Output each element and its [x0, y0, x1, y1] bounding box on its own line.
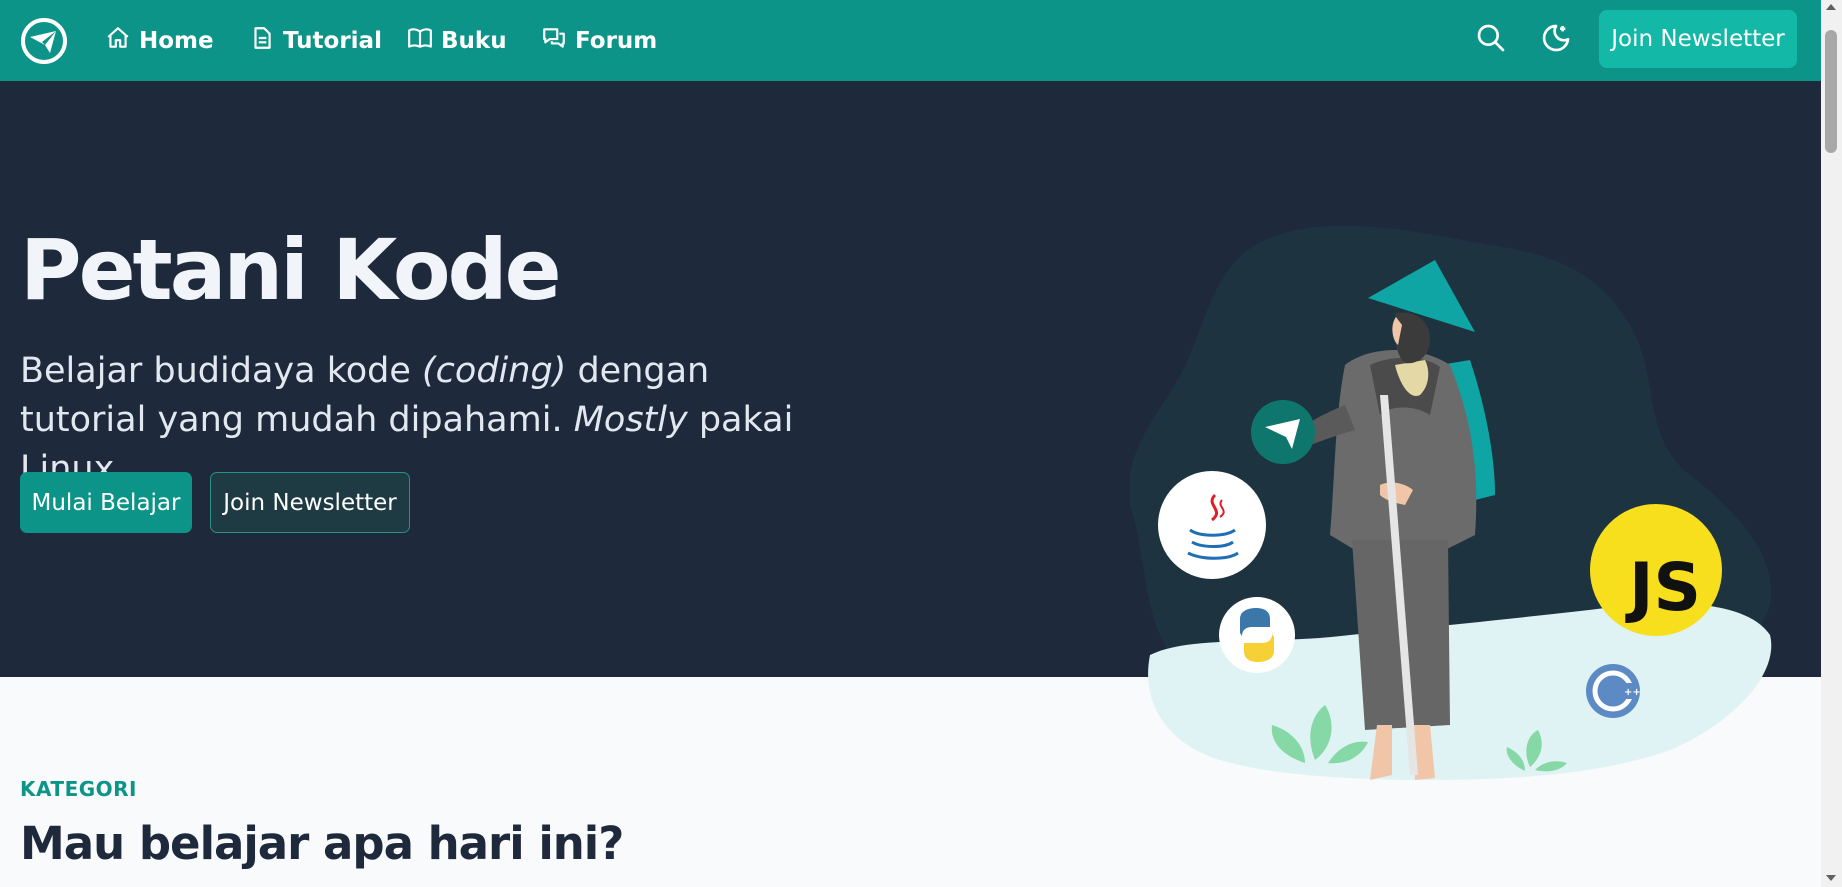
- nav-buku-label: Buku: [441, 28, 507, 54]
- petani-kode-badge-icon: [1251, 400, 1315, 464]
- js-badge-label: JS: [1625, 549, 1701, 626]
- scroll-up-arrow-icon[interactable]: [1826, 4, 1836, 10]
- nav-buku[interactable]: Buku: [407, 22, 507, 60]
- chat-icon: [541, 25, 567, 57]
- scrollbar[interactable]: [1821, 0, 1842, 887]
- python-badge-icon: [1219, 597, 1295, 673]
- theme-toggle-button[interactable]: [1536, 20, 1576, 60]
- navbar: Home Tutorial Buku Forum Join Newsletter: [0, 0, 1821, 81]
- category-title: Mau belajar apa hari ini?: [20, 817, 624, 870]
- mulai-belajar-button[interactable]: Mulai Belajar: [20, 472, 192, 533]
- search-button[interactable]: [1471, 20, 1511, 60]
- category-label: KATEGORI: [20, 777, 137, 801]
- book-icon: [407, 25, 433, 57]
- svg-text:++: ++: [1624, 687, 1641, 698]
- java-badge-icon: [1158, 471, 1266, 579]
- nav-tutorial-label: Tutorial: [283, 28, 382, 54]
- scroll-down-arrow-icon[interactable]: [1826, 875, 1836, 881]
- hero-subtitle-em1: (coding): [422, 351, 567, 391]
- hero-illustration: JS ++: [1130, 225, 1772, 780]
- javascript-badge-icon: JS: [1590, 504, 1722, 636]
- join-newsletter-hero-button[interactable]: Join Newsletter: [210, 472, 410, 533]
- hero-subtitle-part1: Belajar budidaya kode: [20, 351, 423, 391]
- search-icon: [1475, 22, 1507, 58]
- nav-forum[interactable]: Forum: [541, 22, 657, 60]
- petani-kode-logo-icon[interactable]: [20, 17, 68, 65]
- document-icon: [249, 25, 275, 57]
- nav-forum-label: Forum: [575, 28, 658, 54]
- nav-tutorial[interactable]: Tutorial: [249, 22, 382, 60]
- nav-home-label: Home: [139, 28, 214, 54]
- nav-home[interactable]: Home: [105, 22, 214, 60]
- home-icon: [105, 25, 131, 57]
- join-newsletter-nav-button[interactable]: Join Newsletter: [1599, 10, 1797, 68]
- hero-subtitle-em2: Mostly: [573, 400, 688, 440]
- moon-icon: [1540, 22, 1572, 58]
- scrollbar-thumb[interactable]: [1825, 30, 1837, 153]
- hero-title: Petani Kode: [20, 221, 562, 319]
